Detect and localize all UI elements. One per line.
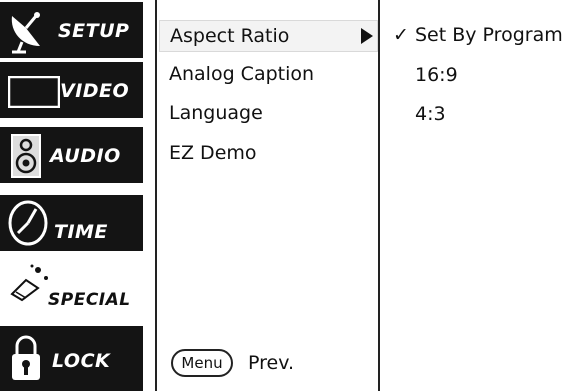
category-audio[interactable]: AUDIO [0,127,143,185]
option-label: Set By Program [415,24,563,46]
category-sidebar: SETUP VIDEO AUDIO TIME SPECIAL LOCK [0,0,143,391]
category-time[interactable]: TIME [0,195,143,253]
satellite-dish-icon [6,8,50,58]
category-label: SETUP [58,20,130,42]
submenu-panel: Aspect Ratio Analog Caption Language EZ … [155,0,380,391]
category-setup[interactable]: SETUP [0,2,143,60]
category-label: LOCK [52,350,111,372]
option-16-9[interactable]: 16:9 [415,64,458,86]
menu-item-analog-caption[interactable]: Analog Caption [169,63,314,85]
category-label: AUDIO [50,145,121,167]
option-4-3[interactable]: 4:3 [415,103,446,125]
speaker-icon [10,133,42,183]
prev-label: Prev. [248,352,295,374]
clock-icon [6,199,50,251]
menu-item-label: Aspect Ratio [170,25,290,47]
menu-item-ez-demo[interactable]: EZ Demo [169,142,257,164]
magic-wand-icon [8,262,52,306]
category-label: VIDEO [60,80,130,102]
tv-screen-icon [7,75,61,112]
right-arrow-icon [361,28,373,44]
checkmark-icon: ✓ [393,24,409,46]
padlock-icon [10,334,42,386]
menu-button[interactable]: Menu [171,349,233,377]
option-set-by-program[interactable]: ✓ Set By Program [393,24,563,46]
category-special[interactable]: SPECIAL [0,258,143,320]
category-label: TIME [54,221,108,243]
menu-item-aspect-ratio[interactable]: Aspect Ratio [159,20,378,52]
menu-item-language[interactable]: Language [169,102,263,124]
category-video[interactable]: VIDEO [0,62,143,120]
category-lock[interactable]: LOCK [0,326,143,391]
category-label: SPECIAL [48,290,131,310]
